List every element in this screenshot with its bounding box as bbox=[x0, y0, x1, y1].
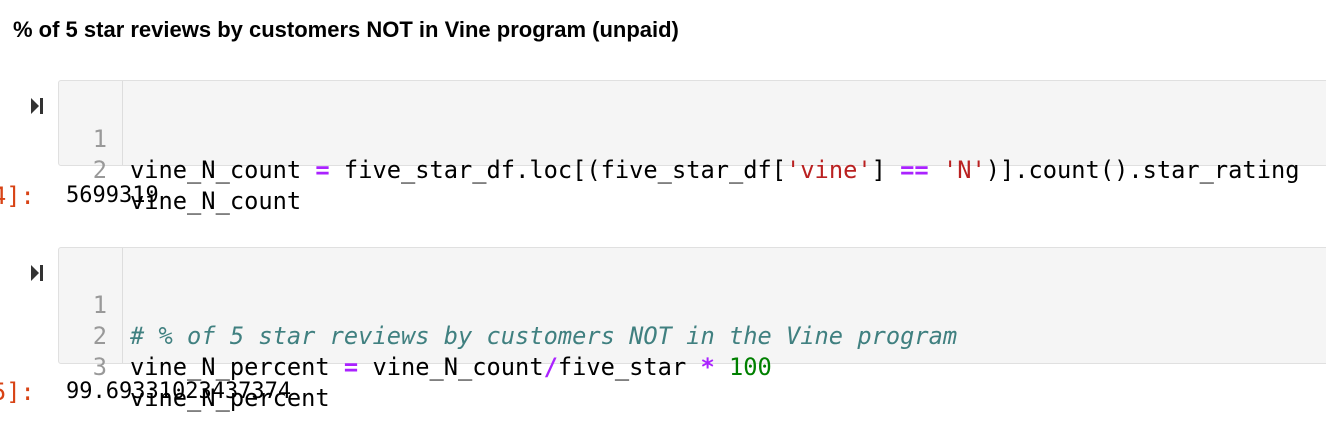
code-line: 2 vine_N_percent = vine_N_count/five_sta… bbox=[59, 290, 772, 381]
output-prompt: 5]: bbox=[0, 378, 35, 406]
run-cell-icon[interactable] bbox=[29, 96, 45, 116]
line-number: 2 bbox=[92, 156, 107, 184]
code-line: 1 # % of 5 star reviews by customers NOT… bbox=[59, 259, 957, 350]
code-cell-2[interactable]: 1 # % of 5 star reviews by customers NOT… bbox=[58, 247, 1326, 412]
code-line: 2 vine_N_count bbox=[59, 124, 301, 215]
output-prompt: 4]: bbox=[0, 182, 35, 210]
cell-output: 5699319 bbox=[66, 183, 159, 208]
section-heading: % of 5 star reviews by customers NOT in … bbox=[13, 17, 679, 42]
cell-output: 99.69331023437374 bbox=[66, 379, 292, 404]
run-cell-icon[interactable] bbox=[29, 263, 45, 283]
code-line: 3 vine_N_percent bbox=[59, 321, 330, 412]
code-cell-1[interactable]: 1 vine_N_count = five_star_df.loc[(five_… bbox=[58, 80, 1326, 215]
code-line: 1 vine_N_count = five_star_df.loc[(five_… bbox=[59, 93, 1300, 184]
